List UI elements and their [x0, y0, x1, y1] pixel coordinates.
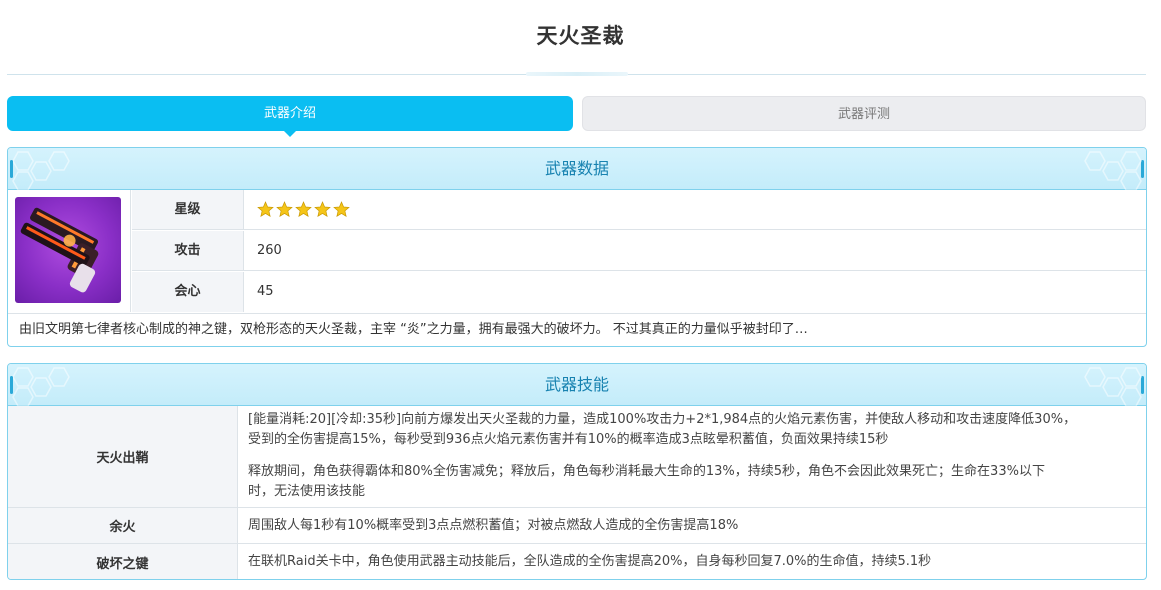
- star-icon: [276, 201, 293, 217]
- hex-pattern-icon: [1084, 367, 1142, 406]
- stat-row-rarity: 星级: [132, 190, 1146, 230]
- panel-header: 武器技能: [8, 364, 1146, 406]
- skill-row: 余火 周围敌人每1秒有10%概率受到3点点燃积蓄值；对被点燃敌人造成的全伤害提高…: [8, 508, 1146, 544]
- weapon-info-row: 星级 攻击 260 会心 45: [8, 190, 1146, 312]
- skill-name: 破坏之键: [8, 544, 238, 579]
- weapon-data-panel: 武器数据 星级 攻击 260 会心 45 由旧文明第七律者核心制成的神之键，双枪…: [7, 147, 1147, 347]
- tab-label: 武器评测: [837, 107, 890, 122]
- weapon-image-cell: [8, 190, 131, 312]
- hex-pattern-icon: [12, 367, 70, 406]
- stat-row-crit: 会心 45: [132, 272, 1146, 312]
- star-icon: [257, 201, 274, 217]
- panel-title: 武器数据: [544, 159, 609, 178]
- star-icon: [314, 201, 331, 217]
- skill-row: 天火出鞘 [能量消耗:20][冷却:35秒]向前方爆发出天火圣裁的力量，造成10…: [8, 406, 1146, 508]
- weapon-skills-panel: 武器技能 天火出鞘 [能量消耗:20][冷却:35秒]向前方爆发出天火圣裁的力量…: [7, 363, 1147, 580]
- stat-label: 星级: [132, 190, 244, 229]
- tab-weapon-intro[interactable]: 武器介绍: [7, 96, 573, 137]
- stat-label: 攻击: [132, 231, 244, 270]
- star-icon: [333, 201, 350, 217]
- skill-description: [能量消耗:20][冷却:35秒]向前方爆发出天火圣裁的力量，造成100%攻击力…: [248, 410, 1128, 502]
- title-divider-mark: [526, 72, 628, 76]
- skill-row: 破坏之键 在联机Raid关卡中，角色使用武器主动技能后，全队造成的全伤害提高20…: [8, 544, 1146, 579]
- skill-desc-line: 时，无法使用该技能: [248, 484, 366, 499]
- skill-desc-line: [能量消耗:20][冷却:35秒]向前方爆发出天火圣裁的力量，造成100%攻击力…: [248, 412, 1077, 427]
- stat-label: 会心: [132, 272, 244, 312]
- weapon-image: [15, 197, 121, 303]
- stat-value: 45: [257, 284, 274, 299]
- skill-desc-line: 受到的全伤害提高15%，每秒受到936点火焰元素伤害并有10%的概率造成3点眩晕…: [248, 432, 889, 447]
- star-icon: [295, 201, 312, 217]
- stat-value: 260: [257, 243, 282, 258]
- tab-pointer: [284, 131, 296, 137]
- stat-row-attack: 攻击 260: [132, 231, 1146, 271]
- hex-pattern-icon: [12, 151, 70, 190]
- gun-icon: [20, 207, 99, 293]
- rarity-stars: [257, 201, 350, 218]
- panel-title: 武器技能: [544, 375, 609, 394]
- weapon-description: 由旧文明第七律者核心制成的神之键，双枪形态的天火圣裁，主宰 “炎”之力量，拥有最…: [8, 313, 1146, 346]
- skill-description: 周围敌人每1秒有10%概率受到3点点燃积蓄值；对被点燃敌人造成的全伤害提高18%: [248, 516, 1128, 536]
- skill-name: 余火: [8, 508, 238, 543]
- hex-pattern-icon: [1084, 151, 1142, 190]
- header-edge-left: [10, 160, 13, 178]
- header-edge-left: [10, 376, 13, 394]
- skill-desc-line: 在联机Raid关卡中，角色使用武器主动技能后，全队造成的全伤害提高20%，自身每…: [248, 554, 932, 569]
- page-title: 天火圣裁: [536, 24, 625, 48]
- tab-label: 武器介绍: [263, 106, 316, 121]
- skill-desc-line: 周围敌人每1秒有10%概率受到3点点燃积蓄值；对被点燃敌人造成的全伤害提高18%: [248, 518, 739, 533]
- skill-desc-line: 释放期间，角色获得霸体和80%全伤害减免；释放后，角色每秒消耗最大生命的13%，…: [248, 464, 1045, 479]
- skill-name: 天火出鞘: [8, 406, 238, 507]
- panel-header: 武器数据: [8, 148, 1146, 190]
- skill-description: 在联机Raid关卡中，角色使用武器主动技能后，全队造成的全伤害提高20%，自身每…: [248, 552, 1128, 572]
- tab-weapon-review[interactable]: 武器评测: [582, 96, 1146, 131]
